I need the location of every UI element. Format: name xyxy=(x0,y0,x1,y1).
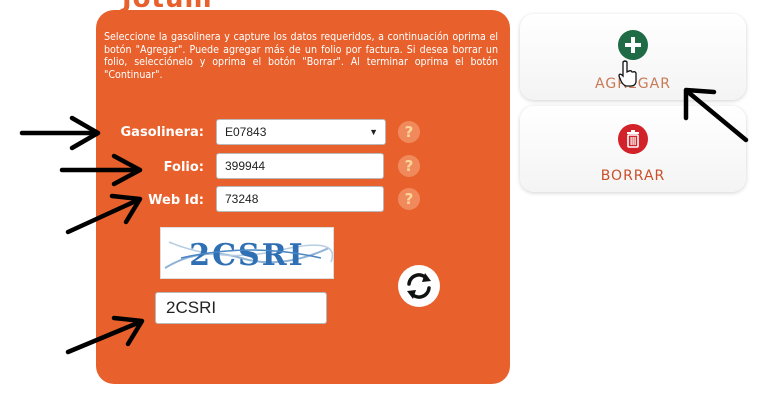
arrow-icon xyxy=(59,153,143,187)
arrow-icon xyxy=(19,115,101,151)
arrow-icon xyxy=(65,315,145,355)
arrow-icon xyxy=(65,193,143,235)
arrow-icon xyxy=(683,87,749,143)
annotation-arrows xyxy=(19,87,749,355)
